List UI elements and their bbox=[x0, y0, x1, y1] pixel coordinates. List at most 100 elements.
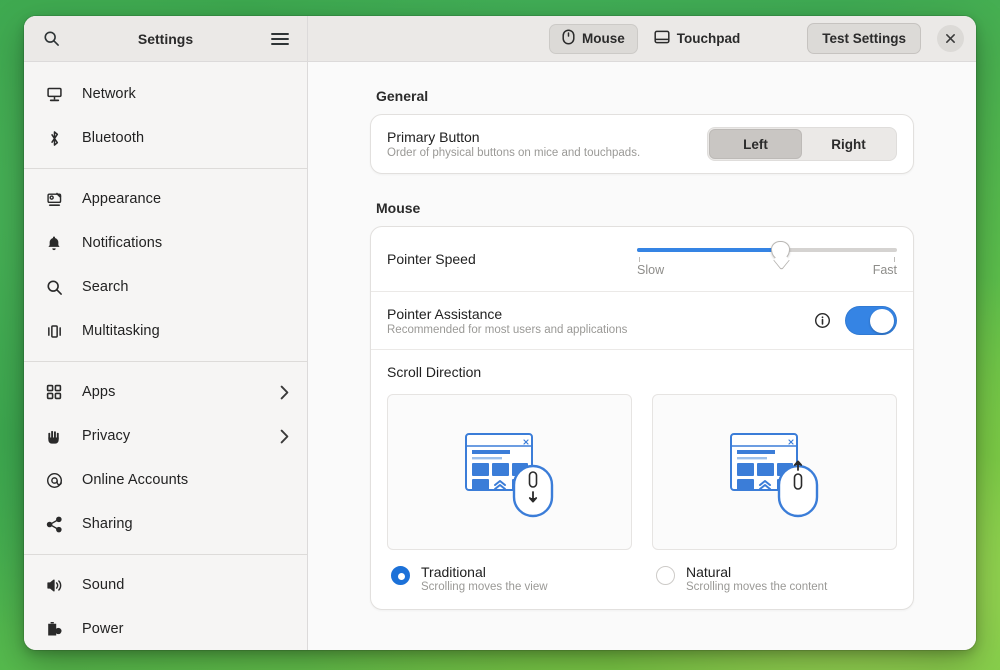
scroll-direction-choices: Traditional Scrolling moves the view bbox=[387, 394, 897, 593]
bluetooth-icon bbox=[42, 128, 66, 148]
pointer-assistance-toggle[interactable] bbox=[845, 306, 897, 335]
sidebar-item-notifications[interactable]: Notifications bbox=[32, 221, 299, 265]
sidebar-item-label: Apps bbox=[82, 384, 115, 400]
scroll-direction-title: Scroll Direction bbox=[387, 364, 897, 380]
section-title-general: General bbox=[376, 88, 914, 104]
radio-line-natural[interactable]: Natural Scrolling moves the content bbox=[652, 564, 897, 593]
sidebar-divider bbox=[24, 168, 307, 169]
sidebar-item-power[interactable]: Power bbox=[32, 607, 299, 650]
radio-subtitle: Scrolling moves the content bbox=[686, 581, 827, 593]
test-settings-button[interactable]: Test Settings bbox=[807, 23, 921, 54]
sidebar-item-privacy[interactable]: Privacy bbox=[32, 414, 299, 458]
battery-power-icon bbox=[42, 619, 66, 639]
mouse-icon bbox=[562, 29, 575, 48]
sidebar-item-online-accounts[interactable]: Online Accounts bbox=[32, 458, 299, 502]
slider-tick-min bbox=[639, 257, 640, 262]
sidebar-item-appearance[interactable]: Appearance bbox=[32, 177, 299, 221]
search-icon[interactable] bbox=[36, 24, 66, 54]
slider-marks: Slow Fast bbox=[637, 263, 897, 277]
slider-min-label: Slow bbox=[637, 263, 664, 277]
multitasking-icon bbox=[42, 321, 66, 341]
sidebar-divider bbox=[24, 554, 307, 555]
content-pane: Mouse Touchpad Test Settings bbox=[308, 16, 976, 650]
sidebar-header: Settings bbox=[24, 16, 307, 62]
radio-subtitle: Scrolling moves the view bbox=[421, 581, 548, 593]
choice-natural[interactable]: Natural Scrolling moves the content bbox=[652, 394, 897, 593]
sidebar-item-label: Power bbox=[82, 621, 124, 637]
row-subtitle: Recommended for most users and applicati… bbox=[387, 324, 627, 336]
sidebar-item-label: Sound bbox=[82, 577, 124, 593]
radio-traditional[interactable] bbox=[391, 566, 410, 585]
sidebar: Settings Network bbox=[24, 16, 308, 650]
sidebar-item-label: Search bbox=[82, 279, 129, 295]
primary-button-segmented-control: Left Right bbox=[707, 127, 897, 161]
section-title-mouse: Mouse bbox=[376, 200, 914, 216]
mouse-card: Pointer Speed Slow Fast bbox=[370, 226, 914, 610]
row-subtitle: Order of physical buttons on mice and to… bbox=[387, 147, 640, 159]
search-icon bbox=[42, 277, 66, 297]
settings-scroll-area[interactable]: General Primary Button Order of physical… bbox=[308, 62, 976, 650]
sidebar-item-apps[interactable]: Apps bbox=[32, 370, 299, 414]
appearance-icon bbox=[42, 189, 66, 209]
window-and-mouse-scroll-up-illustration bbox=[652, 394, 897, 550]
sidebar-item-label: Sharing bbox=[82, 516, 133, 532]
sidebar-nav-list: Network Bluetooth Appearance bbox=[24, 62, 307, 650]
sidebar-divider bbox=[24, 361, 307, 362]
segment-right[interactable]: Right bbox=[802, 129, 895, 159]
row-title: Pointer Assistance bbox=[387, 306, 627, 322]
radio-line-traditional[interactable]: Traditional Scrolling moves the view bbox=[387, 564, 632, 593]
row-pointer-speed: Pointer Speed Slow Fast bbox=[371, 227, 913, 291]
row-title: Primary Button bbox=[387, 129, 640, 145]
general-card: Primary Button Order of physical buttons… bbox=[370, 114, 914, 174]
sidebar-item-label: Multitasking bbox=[82, 323, 160, 339]
network-wired-icon bbox=[42, 84, 66, 104]
sidebar-item-label: Network bbox=[82, 86, 136, 102]
hand-privacy-icon bbox=[42, 426, 66, 446]
radio-natural[interactable] bbox=[656, 566, 675, 585]
row-title: Pointer Speed bbox=[387, 251, 476, 267]
touchpad-icon bbox=[654, 30, 670, 47]
radio-title: Natural bbox=[686, 564, 827, 580]
sidebar-item-label: Appearance bbox=[82, 191, 161, 207]
device-tabs: Mouse Touchpad bbox=[549, 24, 753, 54]
slider-max-label: Fast bbox=[873, 263, 897, 277]
sidebar-item-bluetooth[interactable]: Bluetooth bbox=[32, 116, 299, 160]
tab-touchpad[interactable]: Touchpad bbox=[641, 24, 754, 54]
share-nodes-icon bbox=[42, 514, 66, 534]
sidebar-item-search[interactable]: Search bbox=[32, 265, 299, 309]
row-scroll-direction: Scroll Direction bbox=[371, 349, 913, 609]
slider-handle[interactable] bbox=[771, 241, 790, 260]
chevron-right-icon bbox=[280, 385, 289, 400]
sidebar-item-label: Notifications bbox=[82, 235, 162, 251]
slider-fill bbox=[637, 248, 780, 252]
segment-left[interactable]: Left bbox=[709, 129, 802, 159]
info-circle-icon[interactable] bbox=[814, 312, 831, 329]
grid-apps-icon bbox=[42, 382, 66, 402]
sidebar-item-label: Online Accounts bbox=[82, 472, 188, 488]
sidebar-item-sound[interactable]: Sound bbox=[32, 563, 299, 607]
row-pointer-assistance: Pointer Assistance Recommended for most … bbox=[371, 291, 913, 349]
content-header: Mouse Touchpad Test Settings bbox=[308, 16, 976, 62]
at-sign-icon bbox=[42, 470, 66, 490]
sidebar-item-sharing[interactable]: Sharing bbox=[32, 502, 299, 546]
settings-window: Settings Network bbox=[24, 16, 976, 650]
chevron-right-icon bbox=[280, 429, 289, 444]
tab-label: Mouse bbox=[582, 31, 625, 46]
row-primary-button: Primary Button Order of physical buttons… bbox=[371, 115, 913, 173]
bell-icon bbox=[42, 233, 66, 253]
hamburger-menu-icon[interactable] bbox=[265, 24, 295, 54]
choice-traditional[interactable]: Traditional Scrolling moves the view bbox=[387, 394, 632, 593]
window-and-mouse-scroll-down-illustration bbox=[387, 394, 632, 550]
toggle-thumb bbox=[870, 309, 894, 333]
slider-tick-max bbox=[894, 257, 895, 262]
sidebar-item-label: Bluetooth bbox=[82, 130, 144, 146]
sidebar-item-network[interactable]: Network bbox=[32, 72, 299, 116]
radio-title: Traditional bbox=[421, 564, 548, 580]
pointer-speed-slider[interactable]: Slow Fast bbox=[637, 239, 897, 279]
close-icon[interactable] bbox=[937, 25, 964, 52]
tab-label: Touchpad bbox=[677, 31, 741, 46]
sidebar-item-label: Privacy bbox=[82, 428, 130, 444]
tab-mouse[interactable]: Mouse bbox=[549, 24, 638, 54]
sidebar-item-multitasking[interactable]: Multitasking bbox=[32, 309, 299, 353]
speaker-icon bbox=[42, 575, 66, 595]
